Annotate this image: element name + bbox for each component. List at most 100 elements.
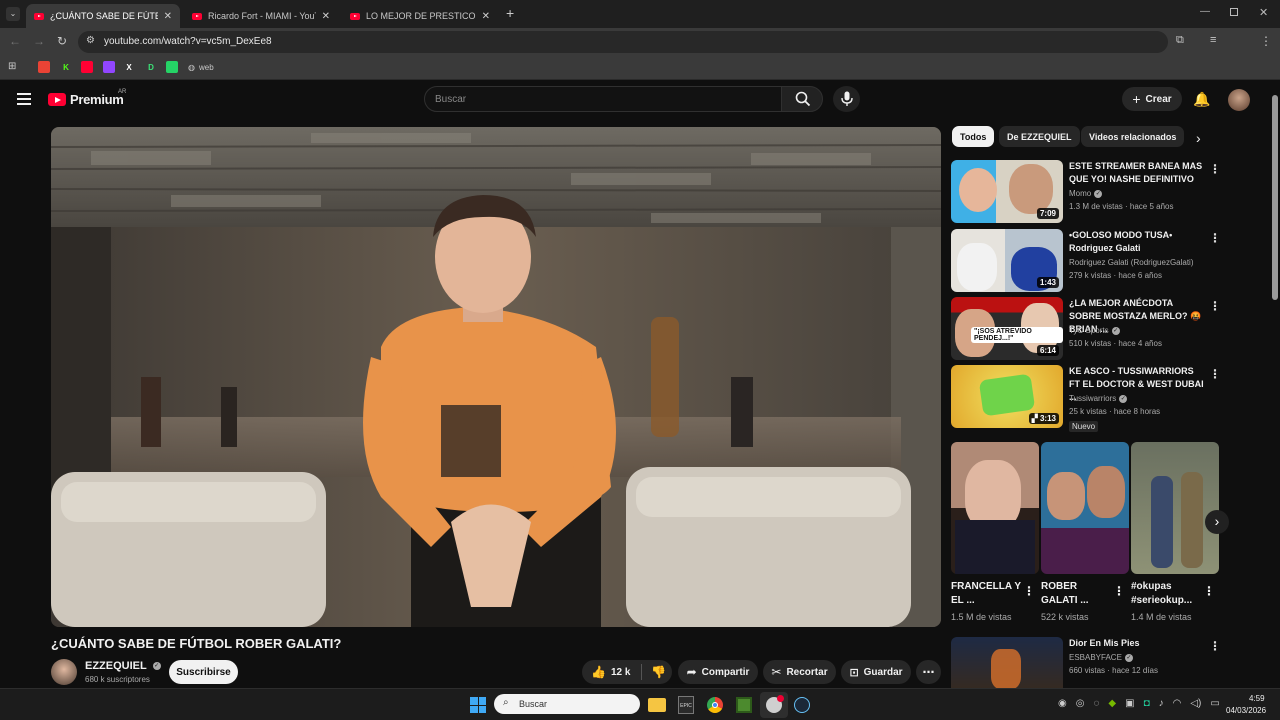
chrome-active-icon[interactable] [760,692,788,718]
clock-time[interactable]: 4:59 [1249,694,1265,703]
short-title[interactable]: FRANCELLA Y EL ... [951,580,1021,608]
shorts-next-button[interactable]: › [1205,510,1229,534]
volume-icon[interactable]: ◁) [1190,698,1201,709]
d-icon[interactable]: D [145,61,157,73]
new-tab-button[interactable]: + [506,5,514,21]
youtube-logo[interactable]: Premium [48,92,124,107]
scrollbar-thumb[interactable] [1272,95,1278,300]
battery-icon[interactable]: ▭ [1210,698,1219,709]
region-label: AR [118,89,127,95]
channel-name[interactable]: EZZEQUIEL ✓ [85,660,161,672]
clip-button[interactable]: ✂ Recortar [763,660,836,684]
share-button[interactable]: ➦ Compartir [678,660,758,684]
x-icon[interactable]: X [123,61,135,73]
channel-name-text: ESBABYFACE [1069,653,1122,662]
more-vertical-icon[interactable]: ⋮ [1209,162,1221,176]
user-avatar[interactable] [1228,89,1250,111]
close-window-icon[interactable]: ✕ [1259,6,1268,19]
subscribe-label: Suscribirse [176,666,231,678]
close-icon[interactable]: ✕ [164,11,172,22]
globe-icon[interactable]: ◍ web [188,61,214,73]
save-button[interactable]: ⊡ Guardar [841,660,911,684]
more-actions-button[interactable]: ⋯ [916,660,941,684]
chrome-icon[interactable] [707,697,723,713]
chip-channel[interactable]: De EZZEQUIEL [999,126,1080,147]
tab-search-button[interactable]: ⌄ [6,7,20,21]
extensions-icon[interactable]: ⧉ [1176,34,1184,47]
microphone-tray-icon[interactable]: ♪ [1159,698,1164,709]
menu-icon[interactable] [17,93,31,105]
minecraft-icon[interactable] [736,697,752,713]
steam-tray-icon[interactable]: ◉ [1058,698,1067,709]
chevron-right-icon[interactable]: › [1196,130,1201,146]
tray-app-icon[interactable]: ◌ [1093,698,1099,709]
tray-app-icon[interactable]: ◎ [1076,698,1085,709]
whatsapp-icon[interactable] [166,61,178,73]
create-button[interactable]: + Crear [1122,87,1182,111]
chip-related[interactable]: Videos relacionados [1081,126,1185,147]
short-thumbnail[interactable] [1131,442,1219,574]
channel-avatar[interactable] [51,659,77,685]
search-input[interactable]: Buscar [424,86,782,112]
tray-icons: ◉ ◎ ◌ ◆ ▣ ◘ ♪ ◠ ◁) ▭ [1058,698,1220,709]
browser-tab[interactable]: ¿CUÁNTO SABE DE FÚTBOL RO ✕ [26,4,180,28]
security-tray-icon[interactable]: ◘ [1144,698,1150,709]
like-button[interactable]: 👍 12 k [591,665,630,679]
close-icon[interactable]: ✕ [482,11,490,22]
reading-list-icon[interactable]: ≡ [1210,34,1216,46]
twitch-icon[interactable] [103,61,115,73]
kick-icon[interactable]: K [60,61,72,73]
browser-menu-icon[interactable]: ⋮ [1260,34,1272,48]
maximize-icon[interactable] [1230,8,1238,16]
youtube-favicon-icon [34,12,44,20]
more-vertical-icon[interactable]: ⋮ [1023,584,1035,598]
short-title[interactable]: ROBER GALATI ... [1041,580,1111,608]
view-meta: 660 vistas · hace 12 días [1069,666,1158,675]
video-player[interactable] [51,127,941,627]
related-video[interactable]: Dior En Mis Pies ESBABYFACE ✓ 660 vistas … [951,637,1221,688]
epic-games-icon[interactable]: EPIC [678,696,694,714]
related-video[interactable]: 1:43 •GOLOSO MODO TUSA• Rodriguez Galati… [951,229,1221,293]
subscribe-button[interactable]: Suscribirse [169,660,238,684]
short-title[interactable]: #okupas #serieokup... [1131,580,1197,608]
channel-name-text: Tussiwarriors [1069,394,1117,403]
more-vertical-icon[interactable]: ⋮ [1209,639,1221,653]
youtube-icon[interactable] [81,61,93,73]
notifications-bell-icon[interactable]: 🔔 [1193,91,1210,108]
browser-tab[interactable]: LO MEJOR DE PRESTICO | COM ✕ [342,4,498,28]
back-icon[interactable]: ← [9,34,21,48]
gmail-icon[interactable] [38,61,50,73]
more-vertical-icon[interactable]: ⋮ [1113,584,1125,598]
site-info-icon[interactable]: ⚙ [86,35,95,46]
steam-icon[interactable] [794,697,810,713]
tab-title: Ricardo Fort - MIAMI - YouTub [208,11,316,21]
browser-tab[interactable]: Ricardo Fort - MIAMI - YouTub ✕ [184,4,338,28]
more-vertical-icon[interactable]: ⋮ [1209,299,1221,313]
short-thumbnail[interactable] [951,442,1039,574]
more-vertical-icon[interactable]: ⋮ [1209,367,1221,381]
file-explorer-icon[interactable] [648,698,666,712]
chip-todos[interactable]: Todos [952,126,995,147]
clock-date[interactable]: 04/03/2026 [1226,706,1266,715]
related-video[interactable]: 7:09 ESTE STREAMER BANEA MAS QUE YO! NAS… [951,160,1221,224]
wifi-icon[interactable]: ◠ [1173,698,1182,709]
related-video[interactable]: ▞ 3:13 KE ASCO - TUSSIWARRIORS FT EL DOC… [951,365,1221,435]
forward-icon[interactable]: → [33,34,45,48]
address-bar[interactable]: ⚙ youtube.com/watch?v=vc5m_DexEe8 [78,31,1168,53]
apps-grid-icon[interactable]: ⊞ [8,61,16,72]
minimize-icon[interactable]: — [1200,6,1210,17]
more-vertical-icon[interactable]: ⋮ [1203,584,1215,598]
related-video[interactable]: "¡SOS ATREVIDO PENDEJ...!" 6:14 ¿LA MEJO… [951,297,1221,361]
voice-search-button[interactable] [833,86,860,112]
search-button[interactable] [781,86,823,112]
close-icon[interactable]: ✕ [322,11,330,22]
tray-app-icon[interactable]: ▣ [1125,698,1134,709]
video-thumbnail: "¡SOS ATREVIDO PENDEJ...!" 6:14 [951,297,1063,360]
thumbs-down-icon[interactable]: 👎 [651,665,666,679]
nvidia-icon[interactable]: ◆ [1108,698,1116,709]
taskbar-search-input[interactable]: ⌕ Buscar [494,694,640,714]
reload-icon[interactable]: ↻ [57,34,67,48]
short-thumbnail[interactable] [1041,442,1129,574]
more-vertical-icon[interactable]: ⋮ [1209,231,1221,245]
windows-start-icon[interactable] [470,697,486,713]
